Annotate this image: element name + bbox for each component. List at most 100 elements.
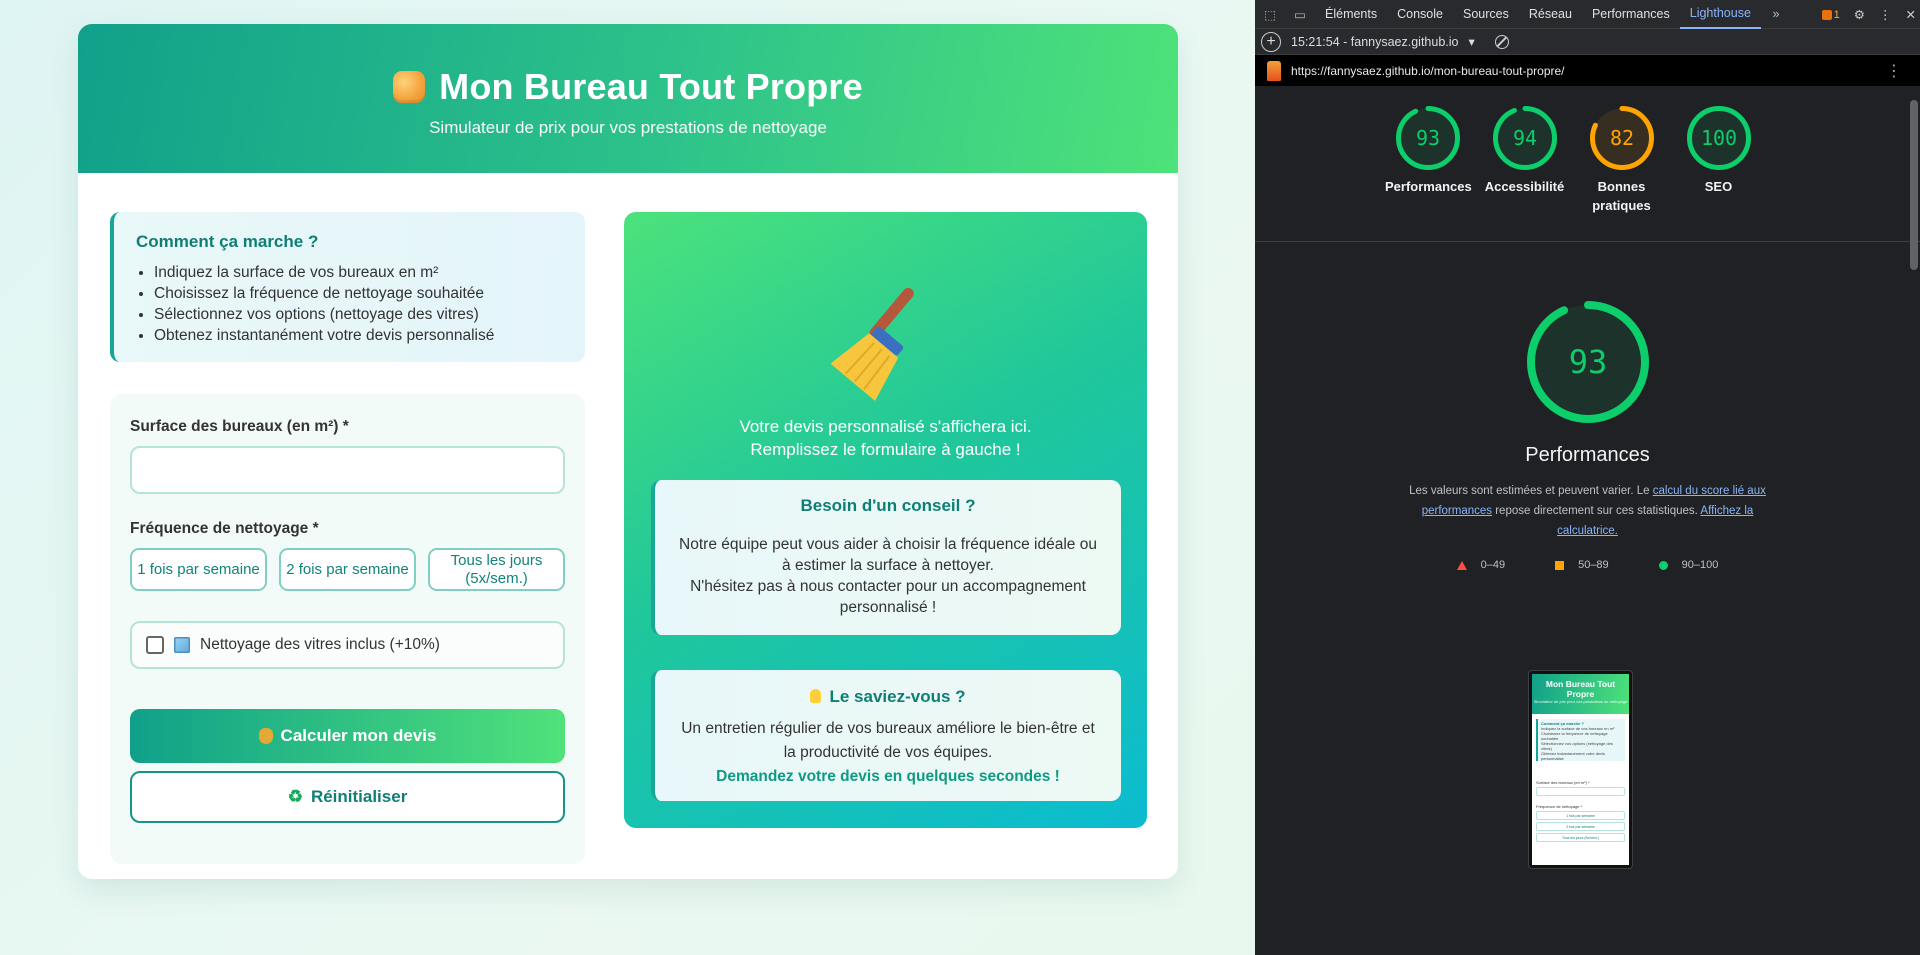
tip-text: Un entretien régulier de vos bureaux amé… (681, 720, 1095, 761)
how-step: Choisissez la fréquence de nettoyage sou… (154, 283, 563, 304)
frequency-label: Fréquence de nettoyage * (130, 520, 319, 537)
legend-pass: 90–100 (1658, 559, 1719, 571)
how-title: Comment ça marche ? (136, 232, 319, 251)
main-card: Mon Bureau Tout Propre Simulateur de pri… (78, 24, 1178, 879)
desc-prefix: Les valeurs sont estimées et peuvent var… (1409, 485, 1653, 497)
gauge-value: 100 (1700, 126, 1736, 150)
tab-sources[interactable]: Sources (1453, 0, 1519, 29)
thumb-option: Tous les jours (5x/sem.) (1536, 833, 1625, 842)
page-title-wrap: Mon Bureau Tout Propre (78, 66, 1178, 108)
thumb-frequency-label: Fréquence de nettoyage * (1536, 804, 1583, 809)
thumb-how-step: Choisissez la fréquence de nettoyage sou… (1541, 731, 1608, 741)
score-gauge-ring: 82 (1589, 106, 1654, 170)
tab-lighthouse[interactable]: Lighthouse (1679, 0, 1761, 29)
score-gauge-label: SEO (1704, 179, 1733, 194)
score-gauge-performances[interactable]: 93 Performances (1385, 105, 1472, 241)
clear-reports-icon[interactable] (1494, 34, 1509, 49)
legend-fail: 0–49 (1456, 559, 1506, 571)
result-placeholder-line1: Votre devis personnalisé s'affichera ici… (739, 417, 1032, 436)
tip-cta: Demandez votre devis en quelques seconde… (716, 768, 1060, 785)
fail-triangle-icon (1456, 560, 1467, 570)
result-placeholder: Votre devis personnalisé s'affichera ici… (624, 415, 1147, 461)
thumb-surface-input (1536, 787, 1625, 796)
frequency-once-button[interactable]: 1 fois par semaine (130, 548, 267, 591)
score-gauge-ring: 100 (1686, 106, 1751, 170)
thumb-form: Surface des bureaux (en m²) * Fréquence … (1536, 766, 1625, 842)
window-icon (174, 637, 190, 653)
thumb-how-step: Sélectionnez vos options (nettoyage des … (1541, 741, 1613, 751)
legend-pass-label: 90–100 (1681, 559, 1719, 571)
thumb-how-step: Obtenez instantanément votre devis perso… (1541, 751, 1606, 761)
thumb-hero: Mon Bureau Tout Propre Simulateur de prix… (1532, 674, 1629, 714)
report-selector[interactable]: 15:21:54 - fannysaez.github.io (1291, 35, 1458, 49)
issue-icon (1821, 9, 1832, 20)
tip-title: Le saviez-vous ? (829, 687, 966, 706)
frequency-daily-button[interactable]: Tous les jours (5x/sem.) (428, 548, 565, 591)
tab-elements[interactable]: Éléments (1315, 0, 1387, 29)
legend-fail-label: 0–49 (1480, 559, 1506, 571)
how-it-works-box: Comment ça marche ? Indiquez la surface … (110, 212, 585, 362)
thumb-surface-label: Surface des bureaux (en m²) * (1536, 780, 1590, 785)
surface-label: Surface des bureaux (en m²) * (130, 418, 349, 435)
thumb-subtitle: Simulateur de prix pour vos prestations … (1533, 699, 1628, 704)
windows-checkbox[interactable] (146, 636, 164, 654)
page-title: Mon Bureau Tout Propre (439, 66, 863, 107)
close-icon[interactable]: ✕ (1906, 7, 1916, 22)
score-gauge-accessibilité[interactable]: 94 Accessibilité (1482, 105, 1567, 241)
tab-network[interactable]: Réseau (1519, 0, 1582, 29)
calculate-label: Calculer mon devis (280, 726, 437, 745)
score-gauge-bonnes-pratiques[interactable]: 82 Bonnes pratiques (1579, 105, 1664, 241)
performance-main-gauge: 93 (1526, 301, 1649, 423)
windows-label: Nettoyage des vitres inclus (+10%) (200, 636, 440, 653)
report-menu-icon[interactable]: ⋮ (1886, 61, 1902, 81)
reset-label: Réinitialiser (310, 787, 408, 806)
report-url-bar: https://fannysaez.github.io/mon-bureau-t… (1255, 55, 1920, 86)
legend-average-label: 50–89 (1578, 559, 1609, 571)
legend-average: 50–89 (1555, 559, 1609, 571)
page-screenshot-thumbnail[interactable]: Mon Bureau Tout Propre Simulateur de prix… (1529, 671, 1632, 868)
how-step: Indiquez la surface de vos bureaux en m² (154, 262, 563, 283)
issues-badge[interactable]: 1 (1821, 9, 1840, 21)
web-page: Mon Bureau Tout Propre Simulateur de pri… (0, 0, 1255, 955)
gauge-value: 94 (1512, 126, 1536, 150)
thumb-option: 1 fois par semaine (1536, 811, 1625, 820)
device-toolbar-icon[interactable]: ▭ (1285, 0, 1315, 29)
more-options-icon[interactable]: ⋮ (1879, 7, 1892, 22)
report-dropdown-icon[interactable]: ▾ (1468, 34, 1474, 49)
tab-console[interactable]: Console (1387, 0, 1453, 29)
more-tabs-icon[interactable]: » (1761, 0, 1791, 29)
gauge-value: 93 (1568, 343, 1607, 381)
settings-gear-icon[interactable]: ⚙ (1854, 7, 1865, 22)
new-report-icon[interactable]: + (1261, 31, 1281, 52)
how-step: Sélectionnez vos options (nettoyage des … (154, 304, 563, 325)
score-gauge-label: Accessibilité (1484, 179, 1565, 194)
score-gauges: 93 Performances 94 Accessibilité 82 Bonnes pr… (1255, 86, 1920, 242)
lighthouse-logo-icon (1267, 60, 1281, 81)
lighthouse-toolbar: + 15:21:54 - fannysaez.github.io ▾ (1255, 29, 1920, 55)
average-square-icon (1555, 560, 1565, 570)
report-url: https://fannysaez.github.io/mon-bureau-t… (1291, 63, 1565, 78)
pass-circle-icon (1658, 560, 1668, 570)
how-steps-list: Indiquez la surface de vos bureaux en m²… (136, 262, 563, 346)
performance-detail: 93 Performances Les valeurs sont estimée… (1255, 300, 1920, 571)
performance-description: Les valeurs sont estimées et peuvent var… (1403, 481, 1773, 541)
tab-performance[interactable]: Performances (1582, 0, 1680, 29)
thumb-how: Comment ça marche ? Indiquez la surface … (1536, 719, 1625, 761)
advice-text-1: Notre équipe peut vous aider à choisir l… (679, 536, 1097, 574)
frequency-options: 1 fois par semaine 2 fois par semaine To… (130, 548, 565, 591)
devtools-toolbar-right: 1 ⚙ ⋮ ✕ (1821, 0, 1916, 29)
gauge-value: 82 (1609, 126, 1633, 150)
inspect-element-icon[interactable]: ⬚ (1255, 0, 1285, 29)
sponge-icon (393, 71, 426, 103)
score-gauge-label: Bonnes pratiques (1592, 179, 1651, 213)
surface-input[interactable] (130, 446, 565, 494)
desc-middle: repose directement sur ces statistiques. (1492, 505, 1701, 517)
calculate-button[interactable]: Calculer mon devis (130, 709, 565, 763)
gauge-value: 93 (1415, 126, 1439, 150)
windows-option[interactable]: Nettoyage des vitres inclus (+10%) (130, 621, 565, 669)
reset-button[interactable]: ♻ Réinitialiser (130, 771, 565, 823)
score-gauge-seo[interactable]: 100 SEO (1676, 105, 1761, 241)
scrollbar[interactable] (1910, 100, 1918, 270)
how-step: Obtenez instantanément votre devis perso… (154, 325, 563, 346)
frequency-twice-button[interactable]: 2 fois par semaine (279, 548, 416, 591)
